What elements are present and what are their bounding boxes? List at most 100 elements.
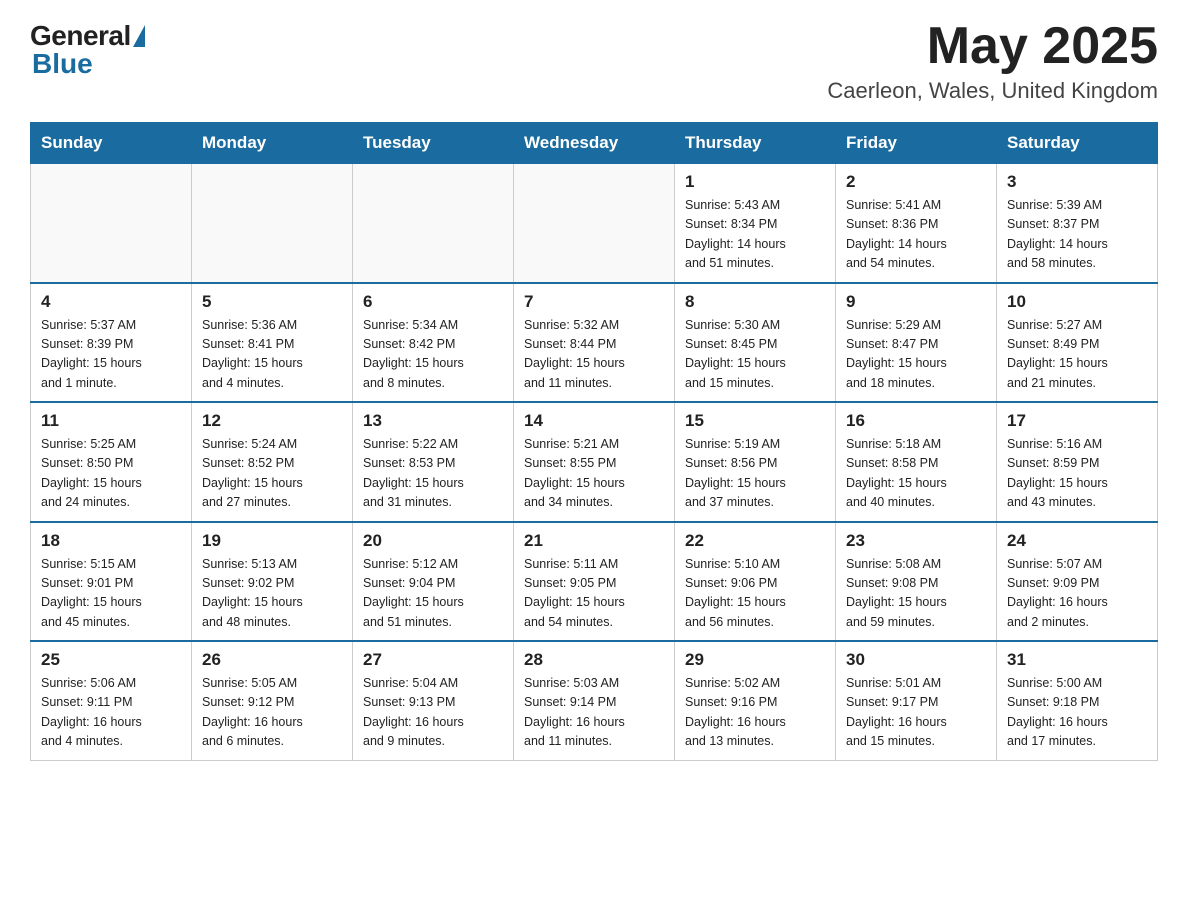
day-info: Sunrise: 5:10 AM Sunset: 9:06 PM Dayligh… [685,555,825,633]
calendar-table: SundayMondayTuesdayWednesdayThursdayFrid… [30,122,1158,761]
calendar-cell: 15 Sunrise: 5:19 AM Sunset: 8:56 PM Dayli… [675,402,836,522]
calendar-week-row: 4Sunrise: 5:37 AM Sunset: 8:39 PM Daylig… [31,283,1158,403]
calendar-cell: 10Sunrise: 5:27 AM Sunset: 8:49 PM Dayli… [997,283,1158,403]
day-number: 20 [363,531,503,551]
day-number: 26 [202,650,342,670]
calendar-cell: 2Sunrise: 5:41 AM Sunset: 8:36 PM Daylig… [836,164,997,283]
calendar-cell: 26 Sunrise: 5:05 AM Sunset: 9:12 PM Dayli… [192,641,353,760]
calendar-cell: 13Sunrise: 5:22 AM Sunset: 8:53 PM Dayli… [353,402,514,522]
logo-triangle-icon [133,25,145,47]
day-info: Sunrise: 5:27 AM Sunset: 8:49 PM Dayligh… [1007,316,1147,394]
day-info: Sunrise: 5:02 AM Sunset: 9:16 PM Dayligh… [685,674,825,752]
calendar-cell: 20 Sunrise: 5:12 AM Sunset: 9:04 PM Dayli… [353,522,514,642]
day-info: Sunrise: 5:36 AM Sunset: 8:41 PM Dayligh… [202,316,342,394]
day-number: 13 [363,411,503,431]
calendar-cell: 18Sunrise: 5:15 AM Sunset: 9:01 PM Dayli… [31,522,192,642]
day-of-week-header: Thursday [675,123,836,164]
logo-blue-text: Blue [32,48,93,80]
day-number: 3 [1007,172,1147,192]
calendar-cell: 24 Sunrise: 5:07 AM Sunset: 9:09 PM Dayli… [997,522,1158,642]
day-number: 28 [524,650,664,670]
month-title: May 2025 [827,20,1158,72]
day-info: Sunrise: 5:06 AM Sunset: 9:11 PM Dayligh… [41,674,181,752]
calendar-cell [31,164,192,283]
calendar-week-row: 11 Sunrise: 5:25 AM Sunset: 8:50 PM Dayli… [31,402,1158,522]
day-number: 17 [1007,411,1147,431]
calendar-cell: 21 Sunrise: 5:11 AM Sunset: 9:05 PM Dayli… [514,522,675,642]
day-number: 22 [685,531,825,551]
day-number: 8 [685,292,825,312]
calendar-week-row: 1Sunrise: 5:43 AM Sunset: 8:34 PM Daylig… [31,164,1158,283]
calendar-cell: 14 Sunrise: 5:21 AM Sunset: 8:55 PM Dayli… [514,402,675,522]
day-info: Sunrise: 5:21 AM Sunset: 8:55 PM Dayligh… [524,435,664,513]
day-number: 14 [524,411,664,431]
day-info: Sunrise: 5:37 AM Sunset: 8:39 PM Dayligh… [41,316,181,394]
day-info: Sunrise: 5:12 AM Sunset: 9:04 PM Dayligh… [363,555,503,633]
day-number: 9 [846,292,986,312]
day-of-week-header: Saturday [997,123,1158,164]
day-of-week-header: Monday [192,123,353,164]
calendar-cell: 31 Sunrise: 5:00 AM Sunset: 9:18 PM Dayli… [997,641,1158,760]
calendar-cell: 7Sunrise: 5:32 AM Sunset: 8:44 PM Daylig… [514,283,675,403]
calendar-cell [514,164,675,283]
day-number: 25 [41,650,181,670]
day-of-week-header: Sunday [31,123,192,164]
calendar-cell: 6 Sunrise: 5:34 AM Sunset: 8:42 PM Daylig… [353,283,514,403]
day-info: Sunrise: 5:32 AM Sunset: 8:44 PM Dayligh… [524,316,664,394]
calendar-cell: 3Sunrise: 5:39 AM Sunset: 8:37 PM Daylig… [997,164,1158,283]
calendar-cell: 22 Sunrise: 5:10 AM Sunset: 9:06 PM Dayli… [675,522,836,642]
day-info: Sunrise: 5:34 AM Sunset: 8:42 PM Dayligh… [363,316,503,394]
day-number: 6 [363,292,503,312]
day-number: 2 [846,172,986,192]
day-number: 1 [685,172,825,192]
day-number: 11 [41,411,181,431]
day-info: Sunrise: 5:00 AM Sunset: 9:18 PM Dayligh… [1007,674,1147,752]
day-info: Sunrise: 5:07 AM Sunset: 9:09 PM Dayligh… [1007,555,1147,633]
day-number: 24 [1007,531,1147,551]
day-number: 31 [1007,650,1147,670]
day-info: Sunrise: 5:16 AM Sunset: 8:59 PM Dayligh… [1007,435,1147,513]
logo: General Blue [30,20,145,80]
title-section: May 2025 Caerleon, Wales, United Kingdom [827,20,1158,104]
day-number: 29 [685,650,825,670]
day-number: 30 [846,650,986,670]
calendar-cell: 29 Sunrise: 5:02 AM Sunset: 9:16 PM Dayli… [675,641,836,760]
calendar-cell: 12Sunrise: 5:24 AM Sunset: 8:52 PM Dayli… [192,402,353,522]
day-number: 16 [846,411,986,431]
day-number: 21 [524,531,664,551]
day-info: Sunrise: 5:18 AM Sunset: 8:58 PM Dayligh… [846,435,986,513]
day-of-week-header: Tuesday [353,123,514,164]
calendar-cell: 11 Sunrise: 5:25 AM Sunset: 8:50 PM Dayli… [31,402,192,522]
day-of-week-header: Wednesday [514,123,675,164]
day-info: Sunrise: 5:25 AM Sunset: 8:50 PM Dayligh… [41,435,181,513]
day-info: Sunrise: 5:05 AM Sunset: 9:12 PM Dayligh… [202,674,342,752]
calendar-week-row: 18Sunrise: 5:15 AM Sunset: 9:01 PM Dayli… [31,522,1158,642]
day-info: Sunrise: 5:03 AM Sunset: 9:14 PM Dayligh… [524,674,664,752]
day-info: Sunrise: 5:30 AM Sunset: 8:45 PM Dayligh… [685,316,825,394]
day-number: 5 [202,292,342,312]
day-info: Sunrise: 5:19 AM Sunset: 8:56 PM Dayligh… [685,435,825,513]
calendar-cell: 25 Sunrise: 5:06 AM Sunset: 9:11 PM Dayli… [31,641,192,760]
calendar-week-row: 25 Sunrise: 5:06 AM Sunset: 9:11 PM Dayli… [31,641,1158,760]
day-info: Sunrise: 5:04 AM Sunset: 9:13 PM Dayligh… [363,674,503,752]
day-info: Sunrise: 5:08 AM Sunset: 9:08 PM Dayligh… [846,555,986,633]
day-info: Sunrise: 5:29 AM Sunset: 8:47 PM Dayligh… [846,316,986,394]
day-number: 23 [846,531,986,551]
day-number: 15 [685,411,825,431]
day-number: 18 [41,531,181,551]
calendar-cell: 28 Sunrise: 5:03 AM Sunset: 9:14 PM Dayli… [514,641,675,760]
calendar-cell: 19 Sunrise: 5:13 AM Sunset: 9:02 PM Dayli… [192,522,353,642]
day-number: 27 [363,650,503,670]
day-info: Sunrise: 5:13 AM Sunset: 9:02 PM Dayligh… [202,555,342,633]
day-of-week-header: Friday [836,123,997,164]
location-subtitle: Caerleon, Wales, United Kingdom [827,78,1158,104]
calendar-cell: 1Sunrise: 5:43 AM Sunset: 8:34 PM Daylig… [675,164,836,283]
calendar-cell: 30Sunrise: 5:01 AM Sunset: 9:17 PM Dayli… [836,641,997,760]
calendar-cell: 4Sunrise: 5:37 AM Sunset: 8:39 PM Daylig… [31,283,192,403]
calendar-cell: 23 Sunrise: 5:08 AM Sunset: 9:08 PM Dayli… [836,522,997,642]
calendar-cell: 5 Sunrise: 5:36 AM Sunset: 8:41 PM Daylig… [192,283,353,403]
day-info: Sunrise: 5:11 AM Sunset: 9:05 PM Dayligh… [524,555,664,633]
calendar-cell: 16 Sunrise: 5:18 AM Sunset: 8:58 PM Dayli… [836,402,997,522]
day-number: 19 [202,531,342,551]
calendar-header-row: SundayMondayTuesdayWednesdayThursdayFrid… [31,123,1158,164]
